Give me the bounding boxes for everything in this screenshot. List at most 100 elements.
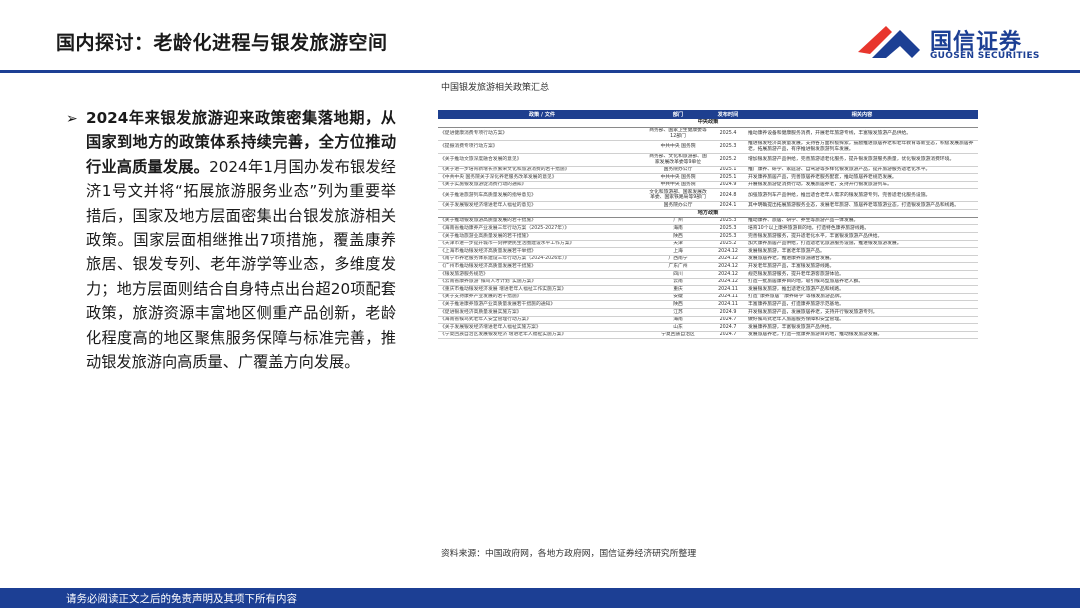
local-release-date-cell: 2024.7 — [710, 316, 746, 325]
local-policy-content-cell: 打造“康养旅居”“康养研学”等银发旅游品牌。 — [746, 293, 978, 302]
national-policy-content-cell: 增加银发旅游产品供给，完善旅游适老化服务，提升银发旅游服务质量，优化银发旅游消费… — [746, 153, 978, 167]
local-release-date-cell: 2024.12 — [710, 255, 746, 264]
table-body: 中央政策 《促进健康消费专项行动方案》 商务部、国家卫生健康委等12部门 2025.4… — [438, 119, 978, 340]
local-release-date-cell: 2025.3 — [710, 232, 746, 241]
table-row: 《关于推进旅游列车高质量发展的指导意见》 文化和旅游部、国家发展改革委、国家铁路局… — [438, 188, 978, 203]
table-row: 《海南省候鸟式老年人安全管理行动方案》 海南 2024.7 做好候鸟式老年人旅居服务保… — [438, 316, 978, 325]
local-policy-name-cell: 《关于支持康养产业发展的若干措施》 — [438, 293, 646, 302]
local-department-cell: 四川 — [646, 270, 710, 279]
local-policy-content-cell: 发展旅居养老，打造一批康养旅游目的地，推动银发旅游发展。 — [746, 331, 978, 340]
national-policy-content-cell: 推广康养、研学、家庭游、自驾游等多样化银发旅游产品，提升旅游服务适老化水平。 — [746, 166, 978, 175]
national-release-date-cell: 2025.3 — [710, 140, 746, 154]
national-policy-content-cell: 加强旅游列车产品供给，推出适合老年人需求的银发旅游专列，完善适老化服务设施。 — [746, 188, 978, 203]
local-department-cell: 海南 — [646, 316, 710, 325]
local-policy-content-cell: 加大康养旅居产品供给，打造适老化旅游服务设施，推进银发旅游发展。 — [746, 240, 978, 249]
table-row: 《广州市推动银发经济高质量发展若干措施》 广东广州 2024.12 开发老年旅游产品，… — [438, 262, 978, 272]
summary-body: 2024年1月国办发布银发经济1号文并将“拓展旅游服务业态”列为重要举措后，国家… — [86, 157, 396, 372]
local-department-cell: 安徽 — [646, 293, 710, 302]
national-release-date-cell: 2025.1 — [710, 166, 746, 175]
local-policy-content-cell: 推动康养、旅居、研学、养生等旅游产品一体发展。 — [746, 217, 978, 226]
local-department-cell: 云南 — [646, 278, 710, 287]
table-row: 《关于实施银发旅游促消费行动的通知》 中共中央 国务院 2024.9 开展银发旅游促消… — [438, 181, 978, 190]
table-row: 《促进银发经济高质量发展实施方案》 江苏 2024.9 开发银发旅游产品，发展旅居养老… — [438, 308, 978, 317]
policy-table: 政策 / 文件 部门 发布时间 相关内容 中央政策 《促进健康消费专项行动方案》商… — [438, 110, 978, 340]
table-row: 《促进健康消费专项行动方案》 商务部、国家卫生健康委等12部门 2025.4 推动康养… — [438, 127, 978, 141]
table-row: 《关于推动旅游业高质量发展的若干措施》 陕西 2025.3 完善银发旅游服务，提升适老… — [438, 232, 978, 241]
local-department-cell: 海南 — [646, 224, 710, 234]
local-release-date-cell: 2024.9 — [710, 308, 746, 317]
local-policy-content-cell: 规范银发旅游服务，提升老年游客旅游体验。 — [746, 270, 978, 279]
local-policy-content-cell: 开发银发旅游产品，发展旅居养老，支持开行银发旅游专列。 — [746, 308, 978, 317]
national-release-date-cell: 2024.9 — [710, 181, 746, 190]
group-row-national-label: 中央政策 — [438, 119, 978, 128]
national-department-cell: 文化和旅游部、国家发展改革委、国家铁路局等9部门 — [646, 188, 710, 203]
local-policy-content-cell: 丰富康养旅游产品，打造康养旅游示范基地。 — [746, 300, 978, 309]
national-policy-name-cell: 《提振消费专项行动方案》 — [438, 140, 646, 154]
national-policy-name-cell: 《关于发展银发经济增进老年人福祉的意见》 — [438, 201, 646, 210]
local-department-cell: 宁夏回族自治区 — [646, 331, 710, 340]
local-release-date-cell: 2024.12 — [710, 278, 746, 287]
local-policy-name-cell: 《海南省候鸟式老年人安全管理行动方案》 — [438, 316, 646, 325]
local-policy-content-cell: 发展旅居养老，推进康养旅游融合发展。 — [746, 255, 978, 264]
column-header-policy: 政策 / 文件 — [438, 110, 646, 119]
local-policy-content-cell: 打造一批旅居康养目的地，吸引候鸟型旅居养老人群。 — [746, 278, 978, 287]
national-policy-name-cell: 《中共中央 国务院关于深化养老服务改革发展的意见》 — [438, 173, 646, 182]
local-policy-name-cell: 《南宁市养老服务体系建设三年行动方案（2024-2026年）》 — [438, 255, 646, 264]
local-department-cell: 天津 — [646, 240, 710, 249]
guosen-logo: 国信证券 GUOSEN SECURITIES — [856, 18, 1039, 64]
local-policy-name-cell: 《银发旅游服务规范》 — [438, 270, 646, 279]
local-department-cell: 江苏 — [646, 308, 710, 317]
table-row: 《关于推动银发旅游高质量发展的若干措施》 广州 2025.3 推动康养、旅居、研学、养… — [438, 217, 978, 226]
local-department-cell: 广西南宁 — [646, 255, 710, 264]
local-policy-name-cell: 《关于发展银发经济增进老年人福祉实施方案》 — [438, 323, 646, 332]
national-policy-content-cell: 推动康养设备和健康服务消费，开展老年旅游专线，丰富银发旅游产品供给。 — [746, 127, 978, 141]
local-policy-name-cell: 《关于推动银发旅游高质量发展的若干措施》 — [438, 217, 646, 226]
table-row: 《上海市推动银发经济高质量发展若干举措》 上海 2024.12 发展银发旅游，丰富老年… — [438, 247, 978, 256]
local-policy-content-cell: 发展康养旅游，丰富银发旅游产品供给。 — [746, 323, 978, 332]
national-department-cell: 国务院办公厅 — [646, 166, 710, 175]
table-row: 《天津市进一步提升城市一刻钟便民生活圈建设水平工作方案》 天津 2025.2 加大康养… — [438, 240, 978, 249]
logo-english: GUOSEN SECURITIES — [930, 51, 1040, 61]
national-department-cell: 中共中央 国务院 — [646, 173, 710, 182]
local-policy-content-cell: 开发老年旅游产品，丰富银发旅游线路。 — [746, 262, 978, 272]
column-header-department: 部门 — [646, 110, 710, 119]
local-release-date-cell: 2024.11 — [710, 300, 746, 309]
arrow-bullet-icon: ➢ — [66, 111, 78, 127]
national-department-cell: 商务部、国家卫生健康委等12部门 — [646, 127, 710, 141]
table-row: 《重庆市推动银发经济发展 增进老年人福祉工作实施方案》 重庆 2024.11 发展银发… — [438, 285, 978, 294]
local-release-date-cell: 2024.12 — [710, 247, 746, 256]
national-policy-content-cell: 开展银发旅游促消费行动，发展旅居养老，支持开行银发旅游列车。 — [746, 181, 978, 190]
national-policy-name-cell: 《促进健康消费专项行动方案》 — [438, 127, 646, 141]
national-policy-content-cell: 其中明确提出拓展旅游服务业态，发展老年旅游、旅居养老等旅游业态，打造银发旅游产品… — [746, 201, 978, 210]
national-release-date-cell: 2025.2 — [710, 153, 746, 167]
national-department-cell: 国务院办公厅 — [646, 201, 710, 210]
national-policy-name-cell: 《关于进一步培育新增长点繁荣文化和旅游消费的若干措施》 — [438, 166, 646, 175]
national-department-cell: 商务部、文化和旅游部、国家发展改革委等9单位 — [646, 153, 710, 167]
national-department-cell: 中共中央 国务院 — [646, 140, 710, 154]
source-note: 资料来源：中国政府网，各地方政府网，国信证券经济研究所整理 — [441, 549, 697, 559]
table-row: 《中共中央 国务院关于深化养老服务改革发展的意见》 中共中央 国务院 2025.1 开… — [438, 173, 978, 182]
table-row: 《关于推进康养旅游产业高质量发展若干措施的通知》 陕西 2024.11 丰富康养旅游产… — [438, 300, 978, 309]
policy-table-container: 政策 / 文件 部门 发布时间 相关内容 中央政策 《促进健康消费专项行动方案》商… — [438, 110, 978, 544]
local-release-date-cell: 2025.3 — [710, 217, 746, 226]
national-policy-name-cell: 《关于推动文旅深度融合发展的意见》 — [438, 153, 646, 167]
national-policy-content-cell: 开发康养旅居产品，完善旅居养老服务配套，推动旅居养老规范发展。 — [746, 173, 978, 182]
national-release-date-cell: 2025.1 — [710, 173, 746, 182]
title-divider — [0, 70, 1080, 73]
group-row-local-label: 地方政策 — [438, 209, 978, 218]
table-row: 《云南省康养旅游“候鸟人才计划”实施方案》 云南 2024.12 打造一批旅居康养目的… — [438, 278, 978, 287]
table-row: 《关于发展银发经济增进老年人福祉的意见》 国务院办公厅 2024.1 其中明确提出拓展… — [438, 201, 978, 210]
local-policy-content-cell: 发展银发旅游，丰富老年旅游产品。 — [746, 247, 978, 256]
local-policy-name-cell: 《天津市进一步提升城市一刻钟便民生活圈建设水平工作方案》 — [438, 240, 646, 249]
local-release-date-cell: 2024.7 — [710, 331, 746, 340]
local-policy-name-cell: 《海南省推动康养产业发展三年行动方案（2025-2027年）》 — [438, 224, 646, 234]
table-header-row: 政策 / 文件 部门 发布时间 相关内容 — [438, 110, 978, 119]
page-title: 国内探讨：老龄化进程与银发旅游空间 — [56, 32, 388, 54]
table-row: 《银发旅游服务规范》 四川 2024.12 规范银发旅游服务，提升老年游客旅游体验。 — [438, 270, 978, 279]
summary-text: 2024年来银发旅游迎来政策密集落地期，从国家到地方的政策体系持续完善，全方位推… — [86, 106, 396, 374]
local-release-date-cell: 2024.11 — [710, 293, 746, 302]
local-policy-content-cell: 发展银发旅游，推出适老化旅游产品和线路。 — [746, 285, 978, 294]
table-row: 《关于推动文旅深度融合发展的意见》 商务部、文化和旅游部、国家发展改革委等9单位 2… — [438, 153, 978, 167]
local-department-cell: 陕西 — [646, 232, 710, 241]
local-policy-name-cell: 《关于推进康养旅游产业高质量发展若干措施的通知》 — [438, 300, 646, 309]
